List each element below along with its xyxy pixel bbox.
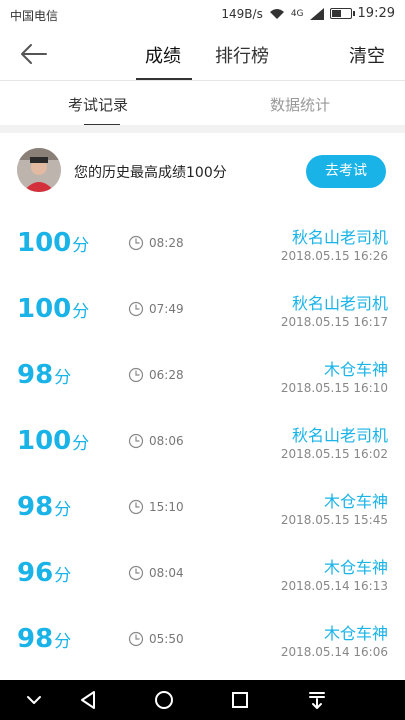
record-datetime: 2018.05.15 16:10 bbox=[280, 381, 388, 395]
record-duration: 08:04 bbox=[149, 566, 184, 580]
record-name: 秋名山老司机 bbox=[291, 294, 388, 313]
record-row[interactable]: 98分 06:28 木仓车神 2018.05.15 16:10 bbox=[0, 343, 405, 409]
record-name: 木仓车神 bbox=[323, 558, 388, 577]
score-value: 96 bbox=[17, 558, 54, 588]
record-row[interactable]: 100分 08:28 秋名山老司机 2018.05.15 16:26 bbox=[0, 211, 405, 277]
sub-tabs: 考试记录 数据统计 bbox=[0, 81, 405, 126]
notification-pull-icon[interactable] bbox=[305, 688, 329, 712]
status-bar: 中国电信 149B/s 4G 19:29 bbox=[0, 0, 405, 28]
subtab-exam-records[interactable]: 考试记录 bbox=[68, 94, 128, 115]
avatar[interactable] bbox=[17, 148, 61, 192]
clear-button[interactable]: 清空 bbox=[349, 42, 385, 68]
clock-icon bbox=[128, 499, 144, 515]
record-name: 木仓车神 bbox=[323, 492, 388, 511]
record-duration: 08:06 bbox=[149, 434, 184, 448]
back-arrow-icon[interactable] bbox=[16, 40, 52, 68]
clock-icon bbox=[128, 631, 144, 647]
clock-icon bbox=[128, 565, 144, 581]
score-value: 100 bbox=[17, 294, 72, 324]
clock-icon bbox=[128, 235, 144, 251]
clock-icon bbox=[128, 301, 144, 317]
score-value: 98 bbox=[17, 624, 54, 654]
record-name: 秋名山老司机 bbox=[291, 426, 388, 445]
best-score-text: 您的历史最高成绩100分 bbox=[74, 165, 227, 181]
record-datetime: 2018.05.15 16:02 bbox=[280, 447, 388, 461]
home-circle-icon[interactable] bbox=[152, 688, 176, 712]
record-duration: 08:28 bbox=[149, 236, 184, 250]
subtab-data-stats[interactable]: 数据统计 bbox=[270, 94, 330, 115]
score-unit: 分 bbox=[72, 236, 90, 256]
record-name: 木仓车神 bbox=[323, 624, 388, 643]
record-duration: 07:49 bbox=[149, 302, 184, 316]
tab-scores[interactable]: 成绩 bbox=[145, 42, 181, 68]
score-unit: 分 bbox=[54, 566, 72, 586]
take-exam-button[interactable]: 去考试 bbox=[306, 155, 386, 188]
section-divider bbox=[0, 125, 405, 133]
record-duration: 05:50 bbox=[149, 632, 184, 646]
tab-ranking[interactable]: 排行榜 bbox=[215, 42, 269, 68]
record-duration: 06:28 bbox=[149, 368, 184, 382]
chevron-down-icon[interactable] bbox=[22, 688, 46, 712]
record-datetime: 2018.05.15 16:26 bbox=[280, 249, 388, 263]
network-type: 4G bbox=[290, 8, 304, 19]
records-list: 100分 08:28 秋名山老司机 2018.05.15 16:26 100分 … bbox=[0, 211, 405, 673]
recents-square-icon[interactable] bbox=[228, 688, 252, 712]
record-duration: 15:10 bbox=[149, 500, 184, 514]
clock-time: 19:29 bbox=[357, 6, 395, 21]
avatar-image bbox=[17, 148, 61, 192]
score-value: 98 bbox=[17, 492, 54, 522]
score-unit: 分 bbox=[54, 500, 72, 520]
carrier-label: 中国电信 bbox=[10, 9, 59, 23]
record-row[interactable]: 96分 08:04 木仓车神 2018.05.14 16:13 bbox=[0, 541, 405, 607]
clock-icon bbox=[128, 367, 144, 383]
record-row[interactable]: 100分 08:06 秋名山老司机 2018.05.15 16:02 bbox=[0, 409, 405, 475]
record-datetime: 2018.05.15 15:45 bbox=[280, 513, 388, 527]
score-value: 98 bbox=[17, 360, 54, 390]
app-header: 成绩 排行榜 清空 bbox=[0, 28, 405, 80]
record-datetime: 2018.05.15 16:17 bbox=[280, 315, 388, 329]
record-datetime: 2018.05.14 16:06 bbox=[280, 645, 388, 659]
network-speed: 149B/s bbox=[221, 6, 263, 21]
record-name: 秋名山老司机 bbox=[291, 228, 388, 247]
back-triangle-icon[interactable] bbox=[76, 688, 100, 712]
score-unit: 分 bbox=[72, 302, 90, 322]
status-right: 149B/s 4G 19:29 bbox=[221, 6, 395, 21]
record-datetime: 2018.05.14 16:13 bbox=[280, 579, 388, 593]
wifi-icon bbox=[269, 8, 284, 19]
record-score: 98分 bbox=[17, 492, 71, 522]
record-row[interactable]: 98分 05:50 木仓车神 2018.05.14 16:06 bbox=[0, 607, 405, 673]
score-value: 100 bbox=[17, 228, 72, 258]
record-row[interactable]: 100分 07:49 秋名山老司机 2018.05.15 16:17 bbox=[0, 277, 405, 343]
signal-icon bbox=[309, 7, 324, 20]
score-value: 100 bbox=[17, 426, 72, 456]
record-score: 100分 bbox=[17, 294, 89, 324]
system-nav-bar bbox=[0, 680, 405, 720]
clock-icon bbox=[128, 433, 144, 449]
best-score-row: 您的历史最高成绩100分 去考试 bbox=[0, 133, 405, 211]
record-score: 98分 bbox=[17, 624, 71, 654]
record-score: 98分 bbox=[17, 360, 71, 390]
record-score: 96分 bbox=[17, 558, 71, 588]
record-name: 木仓车神 bbox=[323, 360, 388, 379]
record-score: 100分 bbox=[17, 426, 89, 456]
record-row[interactable]: 98分 15:10 木仓车神 2018.05.15 15:45 bbox=[0, 475, 405, 541]
score-unit: 分 bbox=[72, 434, 90, 454]
score-unit: 分 bbox=[54, 632, 72, 652]
record-score: 100分 bbox=[17, 228, 89, 258]
score-unit: 分 bbox=[54, 368, 72, 388]
battery-icon bbox=[329, 8, 355, 19]
